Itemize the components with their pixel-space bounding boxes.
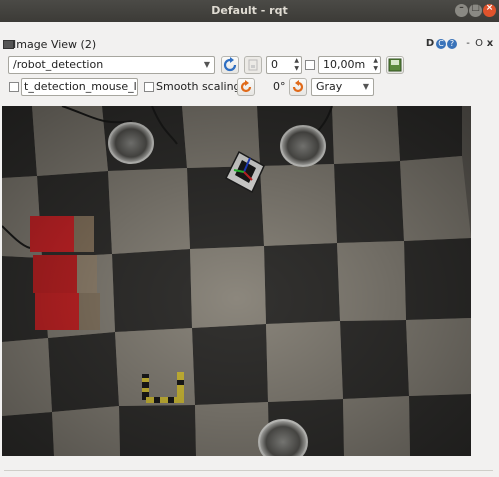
help-button[interactable]: ?: [447, 39, 457, 49]
plugin-header: Image View (2) D C ? - O x: [0, 36, 499, 53]
mouse-topic-value: t_detection_mouse_left: [24, 80, 137, 93]
save-image-button[interactable]: [386, 56, 404, 74]
plugin-float-button[interactable]: O: [474, 38, 484, 50]
zoom-spinbox-value: 0: [271, 58, 278, 71]
window-maximize-button[interactable]: □: [469, 3, 482, 17]
topic-select[interactable]: /robot_detection ▼: [8, 56, 215, 74]
smooth-enable-checkbox[interactable]: [305, 60, 315, 70]
smooth-spinbox[interactable]: 10,00m ▲ ▼: [318, 56, 381, 74]
mouse-publish-checkbox[interactable]: [9, 82, 19, 92]
zoom-spinbox[interactable]: 0 ▲ ▼: [266, 56, 302, 74]
rotate-right-button[interactable]: [289, 78, 307, 96]
mouse-topic-input[interactable]: t_detection_mouse_left: [21, 78, 138, 96]
plugin-minimize-button[interactable]: -: [463, 38, 473, 50]
colormap-select[interactable]: Gray ▼: [311, 78, 374, 96]
chevron-down-icon: ▼: [362, 82, 369, 91]
dock-d-button[interactable]: D: [425, 38, 435, 50]
refresh-icon: [223, 57, 237, 72]
plugin-close-button[interactable]: x: [485, 38, 495, 50]
spin-arrows-icon[interactable]: ▲ ▼: [294, 57, 299, 73]
rotation-label: 0°: [273, 80, 286, 93]
window-bottom: [0, 456, 499, 477]
reload-c-button[interactable]: C: [436, 39, 446, 49]
save-icon: [388, 58, 402, 72]
rotate-left-button[interactable]: [237, 78, 255, 96]
window-close-button[interactable]: ×: [483, 3, 496, 17]
smooth-scaling-checkbox[interactable]: [144, 82, 154, 92]
window-titlebar: Default - rqt – □ ×: [0, 0, 499, 22]
smooth-scaling-label: Smooth scaling: [156, 80, 241, 93]
topic-select-value: /robot_detection: [13, 58, 104, 71]
divider: [4, 470, 493, 471]
spin-arrows-icon[interactable]: ▲ ▼: [373, 57, 378, 73]
camera-image-canvas: [2, 106, 471, 456]
camera-image[interactable]: [2, 106, 471, 456]
window-title: Default - rqt: [211, 4, 288, 17]
smooth-spinbox-value: 10,00m: [323, 58, 366, 71]
chevron-down-icon: ▼: [203, 60, 210, 69]
rotate-ccw-icon: [292, 80, 304, 93]
colormap-select-value: Gray: [316, 80, 343, 93]
zoom-button[interactable]: [244, 56, 262, 74]
window-minimize-button[interactable]: –: [455, 3, 468, 17]
rotate-icon: [240, 80, 252, 93]
refresh-topics-button[interactable]: [221, 56, 239, 74]
zoom-icon: [248, 59, 258, 71]
plugin-title: Image View (2): [13, 38, 97, 51]
image-scroll-area: [471, 106, 497, 456]
